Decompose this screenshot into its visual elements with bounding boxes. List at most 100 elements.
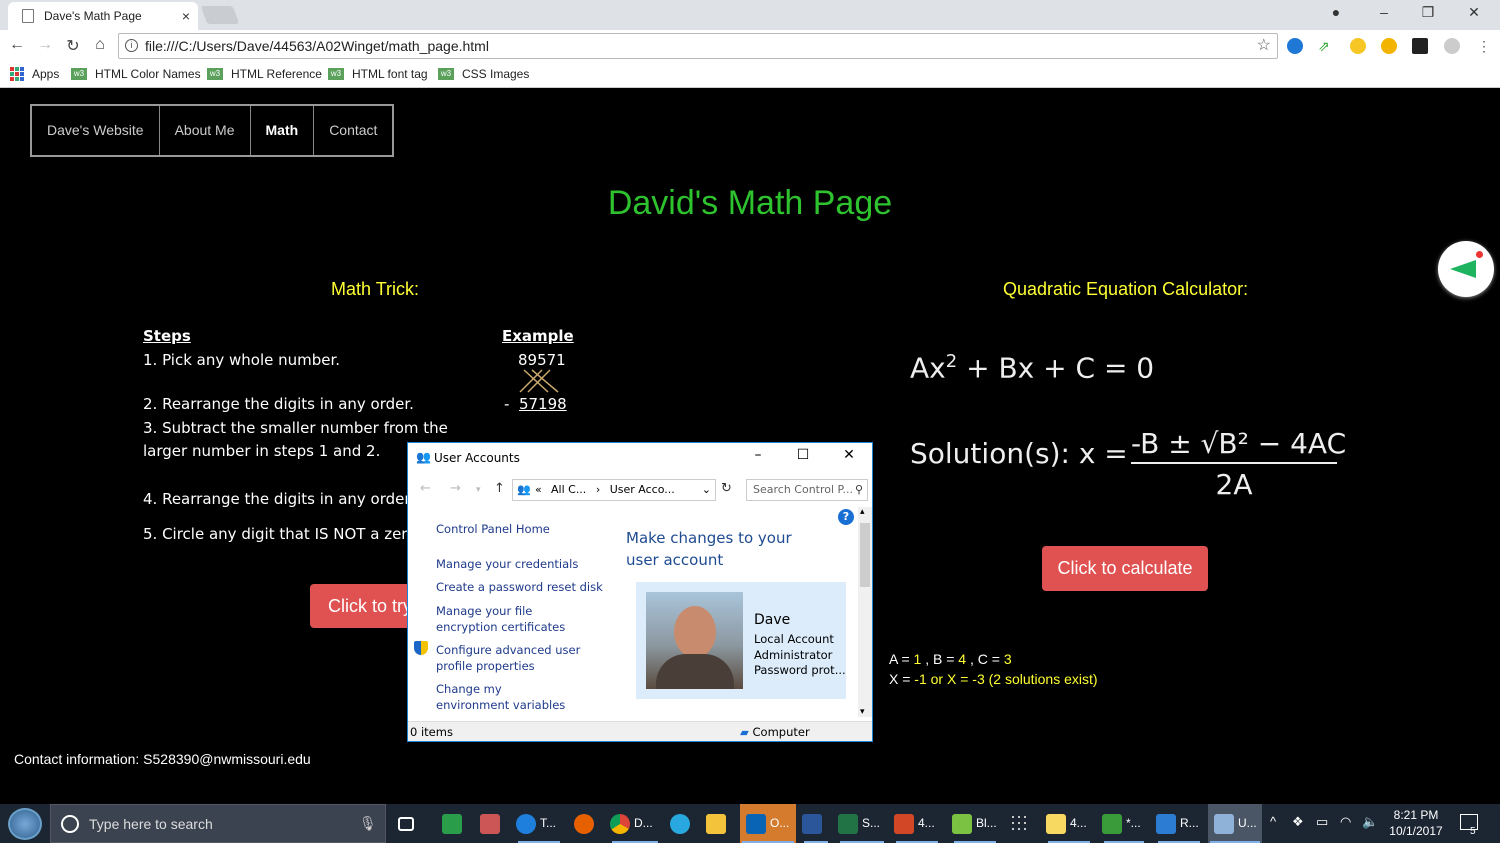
task-view-icon[interactable] [398, 804, 422, 843]
nav-daves-website[interactable]: Dave's Website [32, 106, 160, 155]
extension-check-icon[interactable] [1412, 38, 1428, 54]
advanced-profile-link[interactable]: Configure advanced user profile properti… [436, 642, 586, 674]
close-icon[interactable]: ✕ [835, 447, 863, 463]
bookmark-label: HTML Reference [231, 67, 322, 81]
file-encryption-link[interactable]: Manage your file encryption certificates [436, 603, 596, 635]
address-bar[interactable]: i file:///C:/Users/Dave/44563/A02Winget/… [118, 33, 1278, 59]
nav-contact[interactable]: Contact [314, 106, 392, 155]
floating-send-button[interactable] [1438, 241, 1494, 297]
w3schools-icon: w3 [71, 68, 87, 80]
control-panel-home-link[interactable]: Control Panel Home [436, 521, 550, 537]
menu-icon[interactable]: ⋮ [1476, 38, 1492, 54]
home-icon[interactable]: ⌂ [89, 36, 111, 54]
address-bar[interactable]: 👥 « All C... › User Acco... ⌄ [512, 479, 716, 501]
taskbar-chrome[interactable]: D... [610, 804, 660, 843]
internet-explorer-icon[interactable] [670, 804, 696, 843]
item-count: 0 items [410, 725, 453, 739]
bookmark-label: HTML font tag [352, 67, 428, 81]
restore-icon[interactable]: ❐ [1408, 4, 1448, 21]
new-tab-button[interactable] [200, 6, 240, 24]
file-explorer-icon[interactable] [706, 804, 734, 843]
status-location-label: Computer [752, 725, 810, 739]
status-bar: 0 items ▰ Computer [408, 721, 872, 741]
wifi-icon[interactable]: ◠ [1340, 814, 1351, 830]
forward-icon[interactable]: → [34, 36, 56, 54]
bookmark-apps[interactable]: Apps [10, 67, 59, 81]
chevron-down-icon[interactable]: ⌄ [702, 480, 711, 500]
volume-icon[interactable]: 🔈 [1362, 814, 1378, 830]
start-button[interactable] [8, 808, 42, 840]
account-type: Local Account [754, 632, 834, 646]
nav-about-me[interactable]: About Me [160, 106, 251, 155]
taskbar-outlook[interactable]: O... [740, 804, 796, 843]
maximize-icon[interactable]: ☐ [789, 447, 817, 463]
user-avatar[interactable] [646, 592, 743, 689]
environment-variables-link[interactable]: Change my environment variables [436, 681, 576, 713]
breadcrumb-user-accounts[interactable]: User Acco... [610, 483, 675, 496]
taskbar-app-label: R... [1180, 816, 1199, 830]
vscode-icon [1156, 813, 1176, 834]
bookmark-html-font-tag[interactable]: w3 HTML font tag [328, 67, 428, 81]
breadcrumb-overflow[interactable]: « [535, 480, 542, 500]
taskbar-user-accounts[interactable]: U... [1208, 804, 1262, 843]
extension-arrow-icon[interactable]: ⇗ [1318, 38, 1334, 54]
taskbar-edge[interactable]: T... [516, 804, 562, 843]
extension-grey-icon[interactable] [1444, 38, 1460, 54]
scroll-down-icon[interactable]: ▾ [860, 707, 865, 717]
help-icon[interactable]: ? [838, 509, 854, 525]
back-icon[interactable]: ← [420, 481, 431, 496]
app-books-icon[interactable] [480, 804, 504, 843]
taskbar-powerpoint[interactable]: 4... [894, 804, 940, 843]
extension-zoom-icon[interactable] [1287, 38, 1303, 54]
word-icon[interactable] [802, 804, 830, 843]
microphone-icon[interactable]: 🎙 [359, 815, 377, 832]
extension-search-icon[interactable] [1350, 38, 1366, 54]
profile-icon[interactable]: ● [1316, 4, 1356, 20]
breadcrumb-all-control-panel[interactable]: All C... [551, 483, 586, 496]
chrome-icon [610, 813, 630, 834]
tab-close-icon[interactable]: × [182, 8, 190, 24]
battery-icon[interactable]: ▭ [1316, 814, 1328, 830]
minimize-icon[interactable]: – [1364, 4, 1404, 20]
recent-dropdown-icon[interactable]: ▾ [476, 485, 481, 495]
reload-icon[interactable]: ↻ [62, 36, 84, 56]
taskbar-vscode[interactable]: R... [1156, 804, 1202, 843]
back-icon[interactable]: ← [6, 36, 28, 54]
taskbar-excel[interactable]: S... [838, 804, 886, 843]
taskbar-editor[interactable]: *... [1102, 804, 1146, 843]
x2-value: -3 [972, 671, 985, 687]
refresh-icon[interactable]: ↻ [721, 481, 732, 496]
scroll-up-icon[interactable]: ▴ [860, 507, 865, 517]
bookmark-html-color-names[interactable]: w3 HTML Color Names [71, 67, 201, 81]
app-grid-icon[interactable] [1010, 804, 1036, 843]
browser-tab-bar: Dave's Math Page × ● – ❐ ✕ [0, 0, 1500, 30]
forward-icon[interactable]: → [450, 481, 461, 496]
make-changes-heading: Make changes to your user account [626, 527, 826, 571]
extension-home-icon[interactable] [1381, 38, 1397, 54]
manage-credentials-link[interactable]: Manage your credentials [436, 556, 578, 572]
password-reset-disk-link[interactable]: Create a password reset disk [436, 579, 603, 595]
info-icon[interactable]: i [125, 39, 138, 52]
system-clock[interactable]: 8:21 PM 10/1/2017 [1388, 807, 1444, 839]
bookmark-css-images[interactable]: w3 CSS Images [438, 67, 529, 81]
browser-tab[interactable]: Dave's Math Page × [8, 2, 198, 30]
taskbar-bluestacks[interactable]: Bl... [952, 804, 998, 843]
page-icon [22, 9, 34, 23]
close-window-icon[interactable]: ✕ [1454, 4, 1494, 21]
dropbox-icon[interactable]: ❖ [1292, 814, 1304, 830]
vertical-scrollbar[interactable]: ▴ ▾ [858, 507, 872, 717]
bookmark-html-reference[interactable]: w3 HTML Reference [207, 67, 322, 81]
nav-math[interactable]: Math [251, 106, 315, 155]
search-icon[interactable]: ⚲ [855, 480, 863, 500]
up-icon[interactable]: ↑ [494, 481, 505, 496]
calculate-button[interactable]: Click to calculate [1042, 546, 1208, 591]
taskbar-search[interactable]: Type here to search 🎙 [50, 804, 386, 843]
app-green-icon[interactable] [442, 804, 466, 843]
scroll-thumb[interactable] [860, 523, 870, 587]
minimize-icon[interactable]: – [744, 447, 772, 463]
search-control-panel-input[interactable]: Search Control P... ⚲ [746, 479, 868, 501]
taskbar-notes[interactable]: 4... [1046, 804, 1092, 843]
show-hidden-icons-icon[interactable]: ^ [1270, 814, 1276, 829]
firefox-icon[interactable] [574, 804, 600, 843]
bookmark-star-icon[interactable]: ☆ [1257, 34, 1271, 58]
